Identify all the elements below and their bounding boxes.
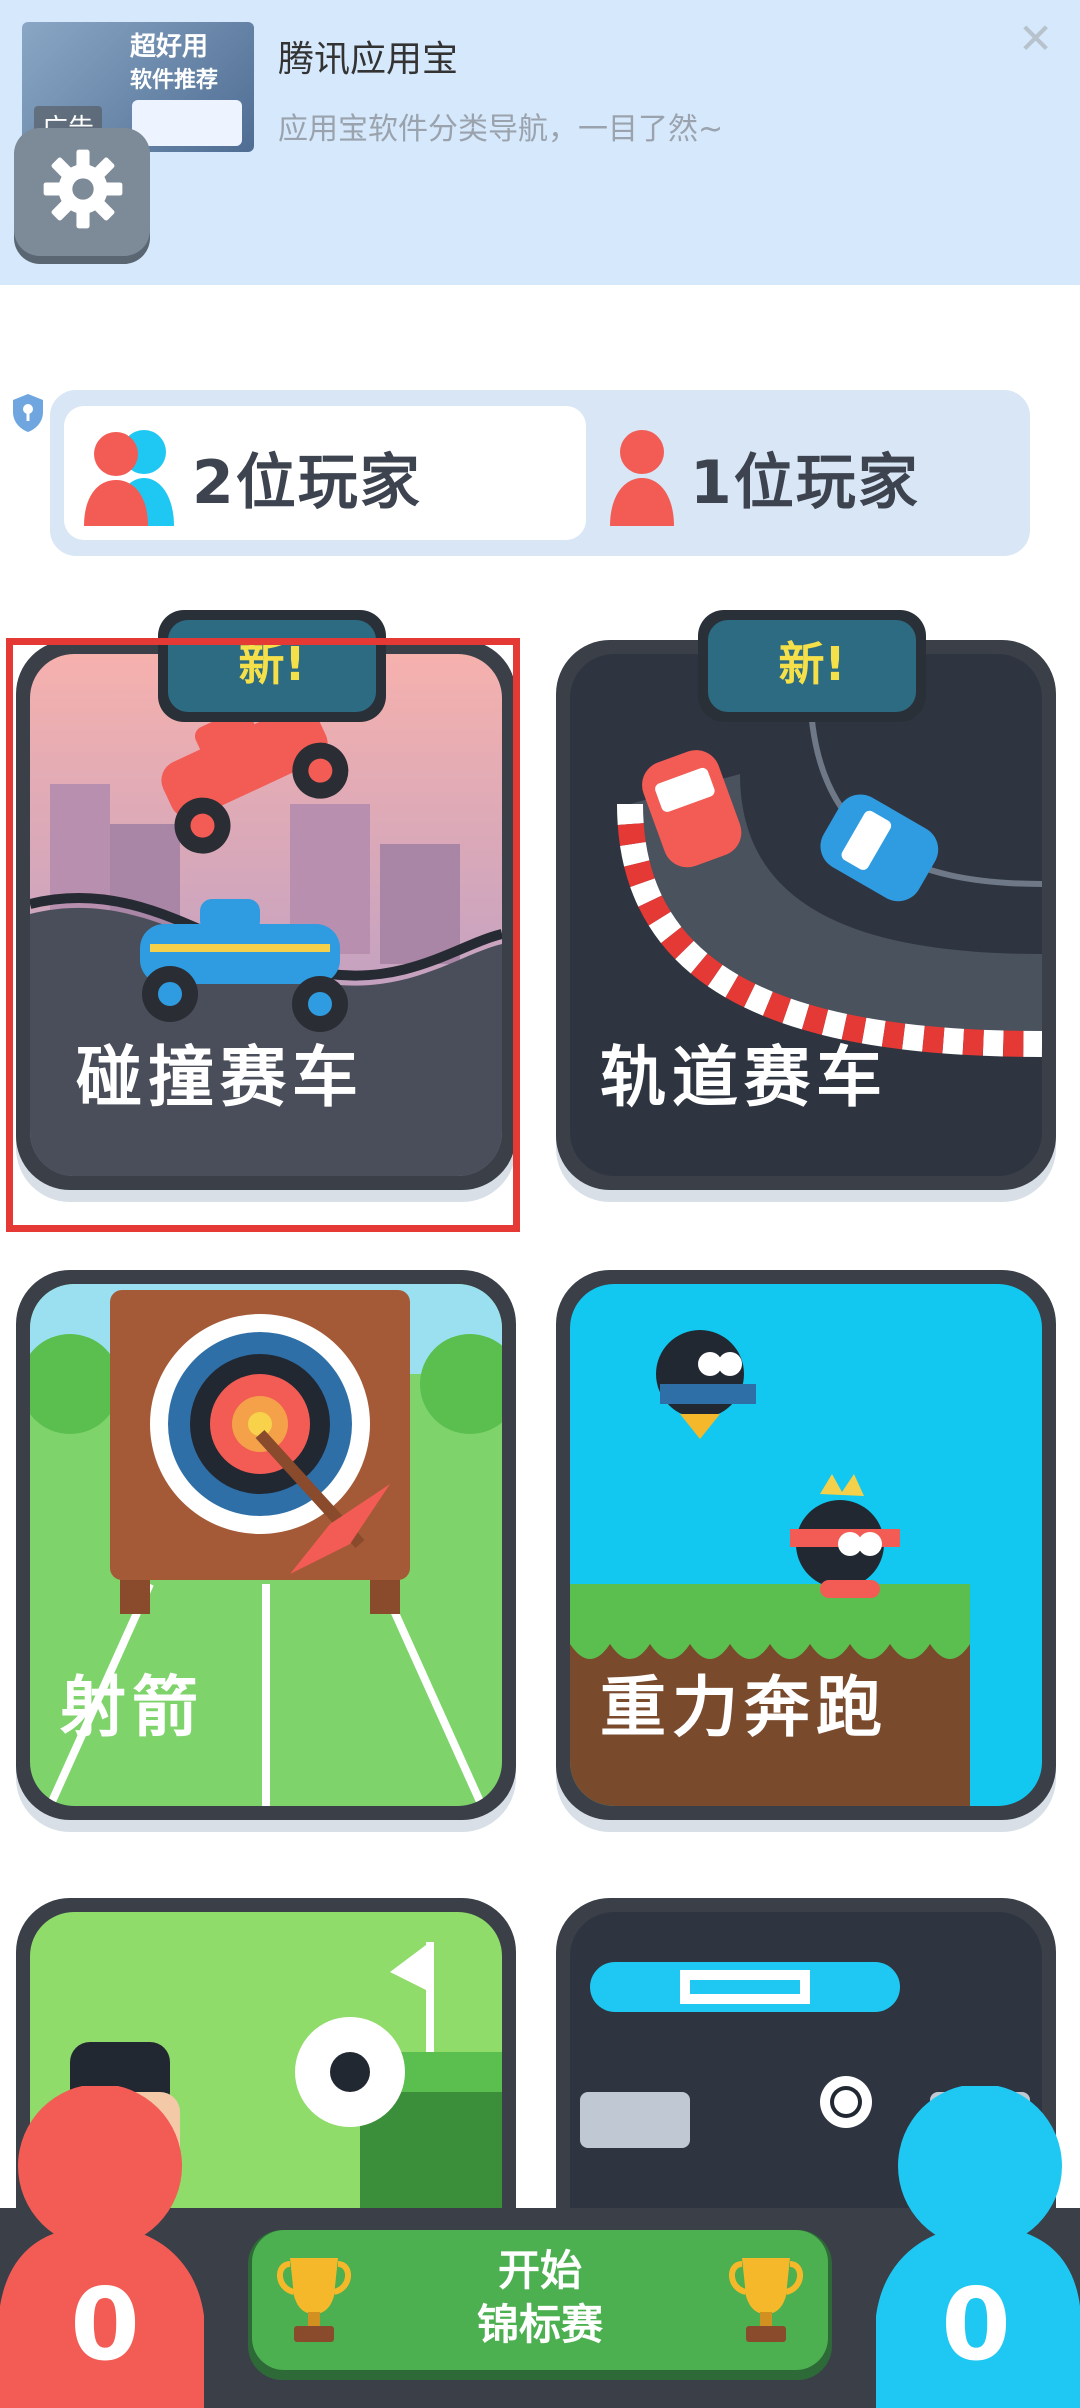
ad-close-button[interactable]: ✕: [1018, 18, 1053, 60]
two-player-label: 2位玩家: [192, 448, 422, 518]
red-score-value: 0: [70, 2266, 140, 2383]
one-player-label: 1位玩家: [690, 448, 920, 518]
selection-highlight: [6, 638, 520, 1232]
one-player-option[interactable]: 1位玩家: [598, 406, 1016, 540]
ad-banner[interactable]: 超好用 软件推荐 广告 腾讯应用宝 应用宝软件分类导航，一目了然~ ✕: [0, 0, 1080, 285]
red-player-score: 0: [0, 2086, 210, 2408]
two-players-icon: [84, 430, 174, 526]
game-title: 轨道赛车: [600, 1039, 888, 1116]
start-tournament-button[interactable]: 开始 锦标赛: [248, 2230, 832, 2380]
trophy-icon: [729, 2258, 803, 2342]
ad-thumb-text-1: 超好用: [130, 32, 209, 62]
player-count-toggle: 2位玩家 1位玩家: [50, 390, 1030, 556]
game-title: 重力奔跑: [600, 1669, 888, 1746]
game-title: 射箭: [60, 1669, 204, 1746]
ad-title[interactable]: 腾讯应用宝: [278, 30, 458, 82]
gear-icon: [43, 149, 123, 229]
settings-button[interactable]: [14, 128, 150, 256]
shield-icon: [13, 394, 43, 432]
game-card-track-racing[interactable]: 轨道赛车: [556, 640, 1056, 1190]
blue-player-score: 0: [872, 2086, 1080, 2408]
blue-score-value: 0: [941, 2266, 1011, 2383]
ad-thumb-text-2: 软件推荐: [130, 68, 219, 93]
ad-thumb-bubbles: [132, 100, 242, 146]
two-player-option[interactable]: 2位玩家: [64, 406, 586, 540]
ad-subtitle: 应用宝软件分类导航，一目了然~: [278, 112, 724, 147]
game-card-gravity-run[interactable]: 重力奔跑: [556, 1270, 1056, 1820]
new-badge-label: 新!: [778, 637, 846, 691]
game-card-archery[interactable]: 射箭: [16, 1270, 516, 1820]
new-badge: 新!: [698, 610, 926, 722]
one-player-icon: [610, 430, 674, 526]
